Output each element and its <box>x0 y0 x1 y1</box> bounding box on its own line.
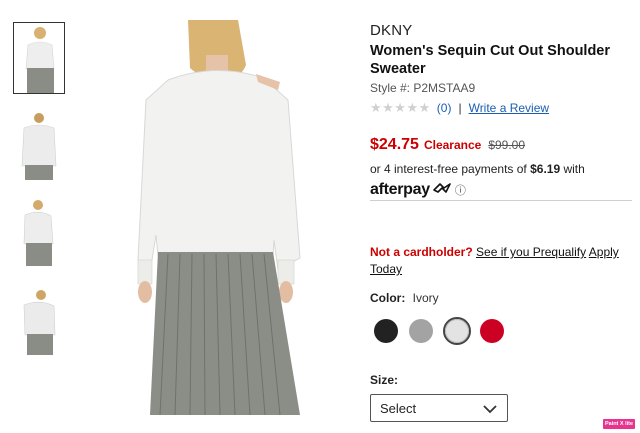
product-thumbnail-2[interactable] <box>14 110 64 180</box>
thumbnail-image <box>14 196 64 266</box>
separator: | <box>458 101 462 115</box>
review-count-link[interactable]: (0) <box>437 101 452 115</box>
selected-color: Ivory <box>412 291 439 305</box>
product-thumbnail-4[interactable] <box>14 285 64 355</box>
afterpay-logo: afterpay <box>370 181 430 198</box>
section-divider <box>370 200 632 201</box>
installment-prefix: or 4 interest-free payments of <box>370 162 527 176</box>
size-dropdown[interactable]: Select <box>370 394 508 422</box>
style-number: Style #: P2MSTAA9 <box>370 81 632 95</box>
thumbnail-image <box>14 110 64 180</box>
cardholder-question: Not a cardholder? <box>370 245 473 259</box>
afterpay-row: afterpay ⓘ <box>370 181 632 199</box>
main-product-image[interactable] <box>128 20 318 415</box>
brand-name[interactable]: DKNY <box>370 22 632 39</box>
star-rating-icon: ★★★★★ <box>370 100 431 115</box>
installment-suffix: with <box>563 162 585 176</box>
original-price: $99.00 <box>488 138 526 152</box>
swatch-red[interactable] <box>480 319 504 343</box>
size-selected-value: Select <box>380 400 417 416</box>
color-label: Color: <box>370 291 406 305</box>
info-icon[interactable]: ⓘ <box>455 182 466 198</box>
extension-badge[interactable]: Paint X lite <box>603 419 635 429</box>
style-value: P2MSTAA9 <box>413 81 476 95</box>
write-review-link[interactable]: Write a Review <box>469 101 549 115</box>
swatch-ivory[interactable] <box>445 319 469 343</box>
product-thumbnail-3[interactable] <box>14 196 64 266</box>
model-photo <box>128 20 318 415</box>
rating-row: ★★★★★ (0) | Write a Review <box>370 100 632 116</box>
cardholder-promo: Not a cardholder? See if you Prequalify … <box>370 244 632 278</box>
swatch-grey[interactable] <box>409 319 433 343</box>
installment-amount: $6.19 <box>530 162 561 176</box>
size-label: Size: <box>370 373 399 387</box>
clearance-tag: Clearance <box>423 138 482 152</box>
style-label: Style #: <box>370 81 411 95</box>
afterpay-arrow-icon <box>432 181 452 199</box>
thumbnail-image <box>14 285 64 355</box>
prequalify-link[interactable]: See if you Prequalify <box>476 245 586 259</box>
thumbnail-image <box>14 23 64 93</box>
product-info: DKNY Women's Sequin Cut Out Shoulder Swe… <box>370 22 632 199</box>
product-title: Women's Sequin Cut Out Shoulder Sweater <box>370 43 611 77</box>
swatch-black[interactable] <box>374 319 398 343</box>
installment-text: or 4 interest-free payments of $6.19 wit… <box>370 162 632 176</box>
chevron-down-icon <box>483 402 497 417</box>
color-row: Color: Ivory <box>370 291 439 305</box>
product-thumbnail-1[interactable] <box>13 22 65 94</box>
sale-price: $24.75 <box>370 136 419 153</box>
price-row: $24.75 Clearance $99.00 <box>370 136 632 154</box>
